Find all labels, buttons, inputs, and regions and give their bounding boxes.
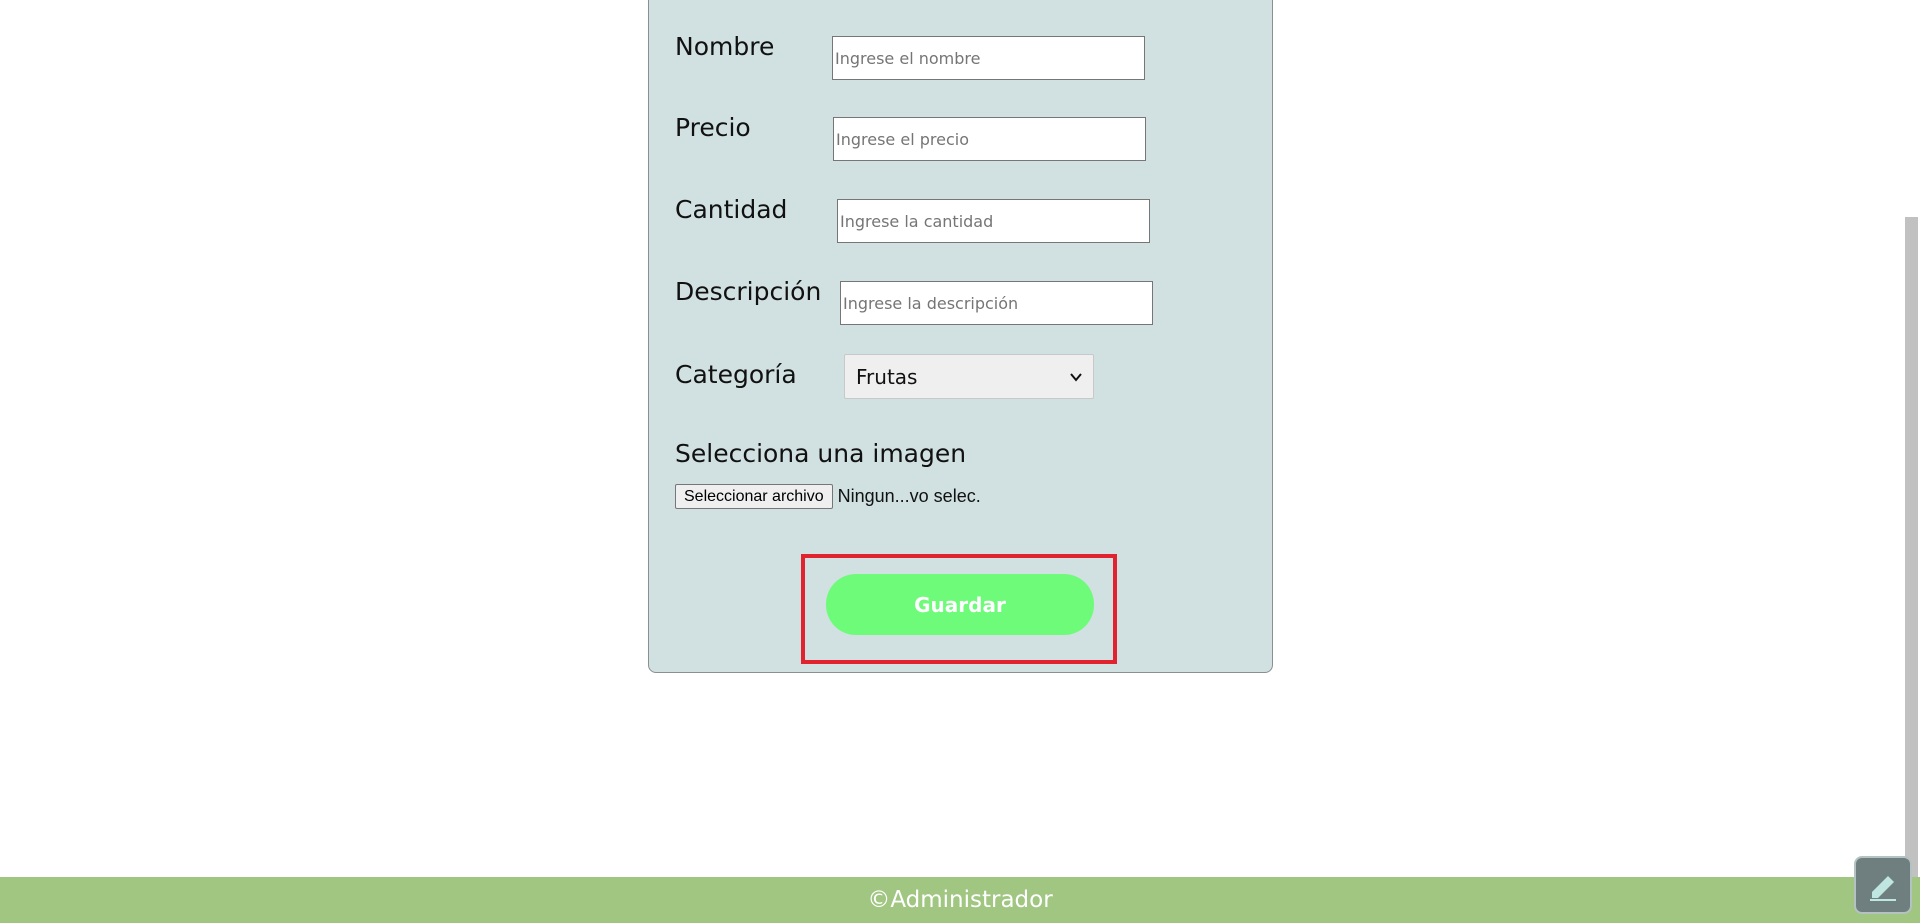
chevron-down-icon	[1070, 372, 1082, 382]
nombre-label: Nombre	[675, 32, 775, 61]
cantidad-input[interactable]	[837, 199, 1150, 243]
select-file-button[interactable]: Seleccionar archivo	[675, 484, 833, 509]
categoria-selected-value: Frutas	[856, 364, 918, 389]
footer: ©Administrador	[0, 877, 1920, 923]
descripcion-label: Descripción	[675, 277, 822, 306]
cantidad-label: Cantidad	[675, 195, 788, 224]
descripcion-input[interactable]	[840, 281, 1153, 325]
descripcion-row: Descripción	[675, 277, 821, 306]
precio-input[interactable]	[833, 117, 1146, 161]
save-button[interactable]: Guardar	[826, 574, 1094, 635]
categoria-select[interactable]: Frutas	[844, 354, 1094, 399]
imagen-label: Selecciona una imagen	[675, 439, 967, 468]
page-scrollbar[interactable]	[1902, 0, 1920, 877]
floating-action-button[interactable]	[1854, 856, 1912, 914]
precio-label: Precio	[675, 113, 751, 142]
pencil-icon	[1870, 876, 1896, 901]
nombre-row: Nombre	[675, 32, 774, 61]
categoria-label: Categoría	[675, 360, 797, 389]
cantidad-row: Cantidad	[675, 195, 787, 224]
file-picker: Seleccionar archivo Ningun...vo selec.	[675, 484, 981, 509]
precio-row: Precio	[675, 113, 751, 142]
page: Nombre Precio Cantidad Descripción Categ…	[0, 0, 1920, 923]
categoria-row: Categoría	[675, 360, 797, 389]
file-status-text: Ningun...vo selec.	[837, 486, 981, 506]
scrollbar-thumb[interactable]	[1905, 217, 1918, 877]
footer-text: ©Administrador	[867, 887, 1053, 913]
nombre-input[interactable]	[832, 36, 1145, 80]
